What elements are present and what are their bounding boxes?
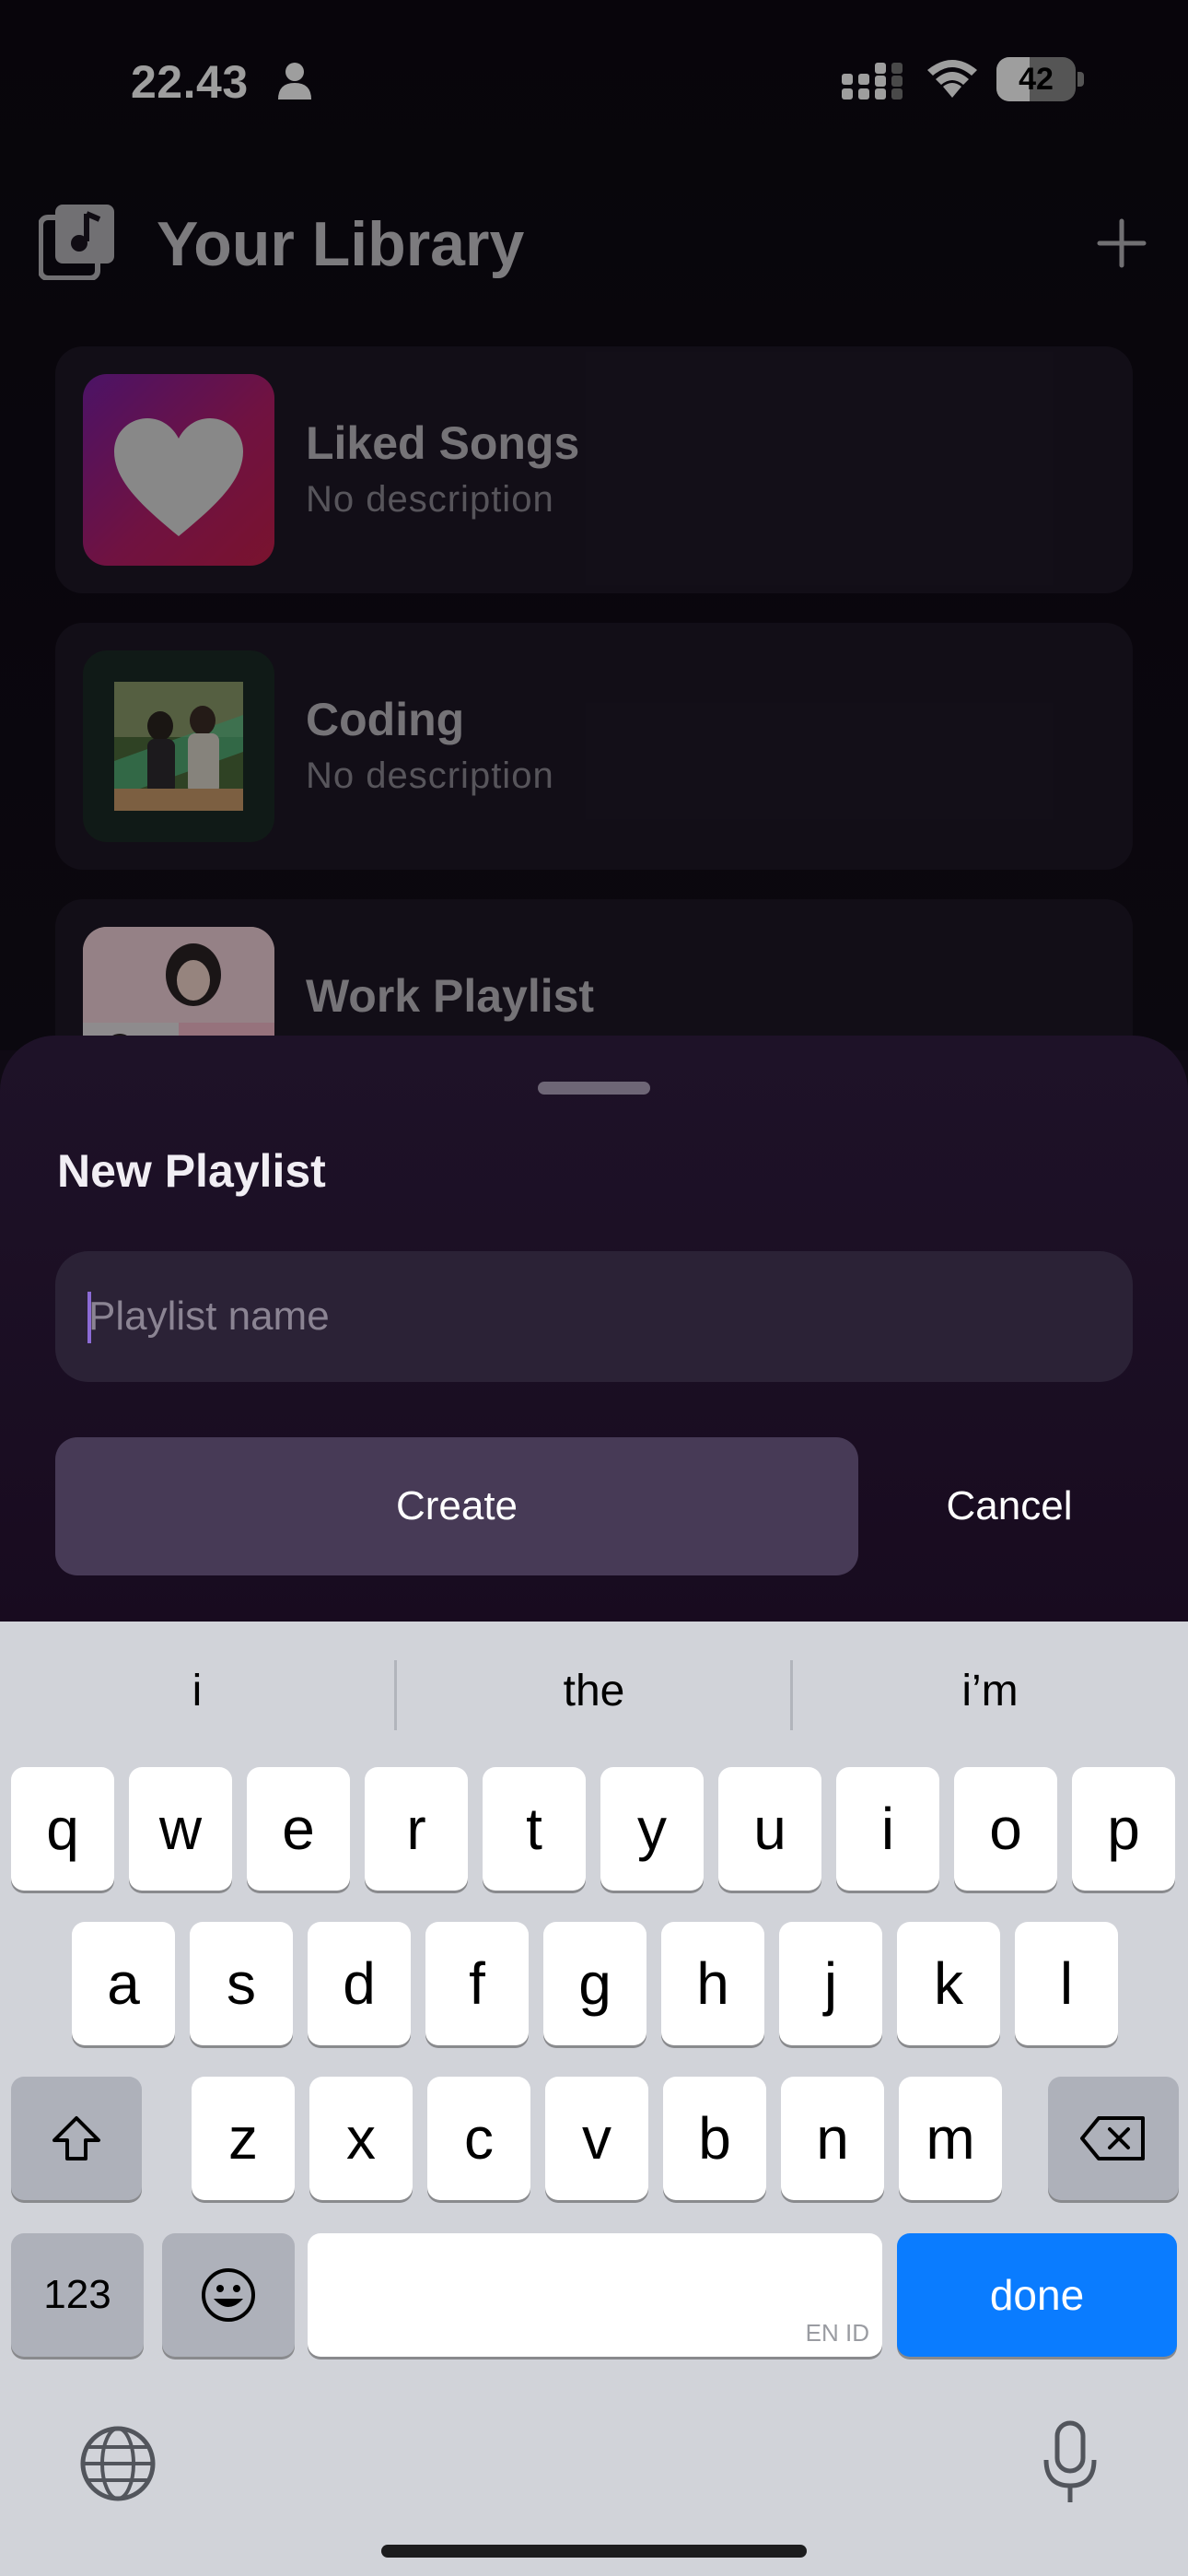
playlist-artwork	[83, 650, 274, 842]
key-i[interactable]: i	[836, 1767, 939, 1891]
key-a[interactable]: a	[72, 1922, 175, 2045]
playlist-name: Coding	[306, 694, 465, 745]
album-photo	[114, 682, 243, 811]
music-library-icon	[39, 205, 114, 280]
key-c[interactable]: c	[427, 2077, 530, 2200]
backspace-key[interactable]	[1048, 2077, 1179, 2200]
shift-icon	[52, 2116, 100, 2160]
key-r[interactable]: r	[365, 1767, 468, 1891]
key-v[interactable]: v	[545, 2077, 648, 2200]
playlist-description: No description	[306, 479, 554, 520]
sheet-title: New Playlist	[57, 1145, 326, 1197]
key-x[interactable]: x	[309, 2077, 413, 2200]
playlist-artwork	[83, 374, 274, 566]
library-title: Your Library	[157, 209, 525, 279]
key-q[interactable]: q	[11, 1767, 114, 1891]
person-icon	[278, 63, 311, 100]
key-k[interactable]: k	[897, 1922, 1000, 2045]
wifi-icon	[927, 60, 977, 98]
library-header: Your Library	[0, 184, 1188, 304]
shift-key[interactable]	[11, 2077, 142, 2200]
key-l[interactable]: l	[1015, 1922, 1118, 2045]
playlist-card-coding[interactable]: Coding No description	[55, 623, 1133, 870]
playlist-description: No description	[306, 755, 554, 796]
key-f[interactable]: f	[425, 1922, 529, 2045]
playlist-name: Work Playlist	[306, 970, 595, 1022]
key-u[interactable]: u	[718, 1767, 821, 1891]
key-o[interactable]: o	[954, 1767, 1057, 1891]
battery-indicator: 42	[996, 57, 1085, 101]
suggestion-1[interactable]: i	[0, 1622, 394, 1760]
key-n[interactable]: n	[781, 2077, 884, 2200]
globe-icon[interactable]	[77, 2423, 158, 2504]
heart-icon	[114, 418, 243, 536]
playlist-name-input[interactable]	[55, 1251, 1133, 1382]
emoji-icon	[202, 2268, 255, 2322]
key-p[interactable]: p	[1072, 1767, 1175, 1891]
add-playlist-icon[interactable]	[1096, 217, 1147, 269]
key-y[interactable]: y	[600, 1767, 704, 1891]
suggestion-2[interactable]: the	[397, 1622, 791, 1760]
new-playlist-sheet: New Playlist Create Cancel	[0, 1036, 1188, 1625]
status-time: 22.43	[131, 56, 249, 108]
key-t[interactable]: t	[483, 1767, 586, 1891]
key-w[interactable]: w	[129, 1767, 232, 1891]
backspace-icon	[1080, 2116, 1145, 2160]
playlist-name: Liked Songs	[306, 417, 580, 469]
key-j[interactable]: j	[779, 1922, 882, 2045]
suggestion-3[interactable]: i’m	[793, 1622, 1187, 1760]
key-h[interactable]: h	[661, 1922, 764, 2045]
emoji-key[interactable]	[162, 2233, 295, 2357]
key-e[interactable]: e	[247, 1767, 350, 1891]
text-caret	[87, 1292, 91, 1343]
key-z[interactable]: z	[192, 2077, 295, 2200]
suggestion-bar: i the i’m	[0, 1622, 1188, 1760]
numbers-key[interactable]: 123	[11, 2233, 144, 2357]
microphone-icon[interactable]	[1041, 2419, 1100, 2508]
battery-level: 42	[1019, 62, 1054, 97]
key-b[interactable]: b	[663, 2077, 766, 2200]
playlist-card-liked-songs[interactable]: Liked Songs No description	[55, 346, 1133, 593]
keyboard-language-label: EN ID	[805, 2319, 869, 2347]
space-key[interactable]: EN ID	[308, 2233, 882, 2357]
library-screen: 22.43 42 Your Library Liked Songs No des…	[0, 0, 1188, 1146]
cellular-signal-icon	[842, 63, 903, 100]
cancel-button[interactable]: Cancel	[908, 1437, 1111, 1575]
key-m[interactable]: m	[899, 2077, 1002, 2200]
create-button[interactable]: Create	[55, 1437, 858, 1575]
status-bar: 22.43 42	[0, 0, 1188, 157]
done-key[interactable]: done	[897, 2233, 1177, 2357]
home-indicator[interactable]	[381, 2545, 807, 2558]
key-s[interactable]: s	[190, 1922, 293, 2045]
key-d[interactable]: d	[308, 1922, 411, 2045]
key-g[interactable]: g	[543, 1922, 646, 2045]
sheet-grabber[interactable]	[538, 1082, 650, 1095]
on-screen-keyboard: i the i’m 123 EN ID done q w e r t y u i…	[0, 1622, 1188, 2576]
